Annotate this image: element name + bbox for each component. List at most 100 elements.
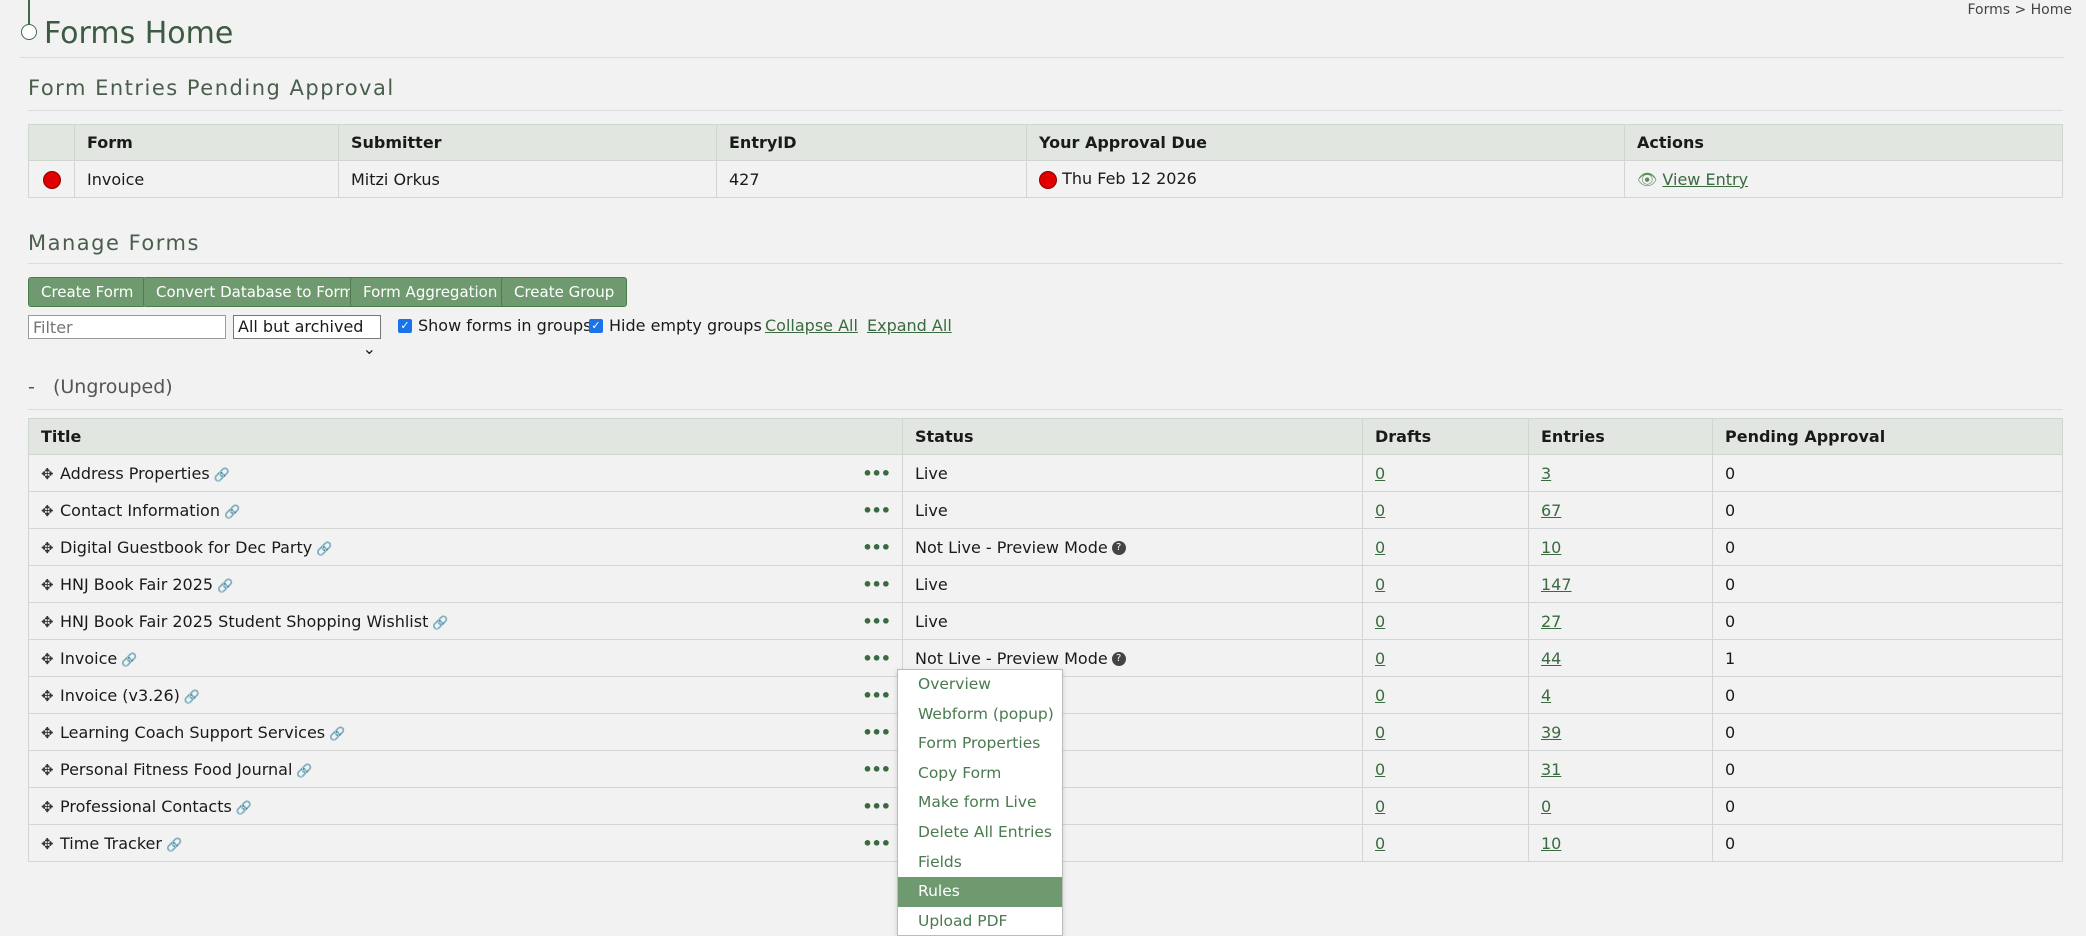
menu-item-copy-form[interactable]: Copy Form [898,759,1062,789]
more-menu-icon[interactable]: ••• [862,723,891,742]
entries-link[interactable]: 3 [1541,464,1551,483]
drag-handle-icon[interactable]: ✥ [41,650,57,668]
entries-link[interactable]: 44 [1541,649,1561,668]
show-in-groups-label: Show forms in groups [418,316,592,335]
drafts-link[interactable]: 0 [1375,723,1385,742]
drafts-link[interactable]: 0 [1375,464,1385,483]
link-icon[interactable]: 🔗 [214,468,230,483]
drafts-link[interactable]: 0 [1375,649,1385,668]
hide-empty-groups-label: Hide empty groups [609,316,762,335]
entries-link[interactable]: 10 [1541,834,1561,853]
menu-item-rules[interactable]: Rules [898,877,1062,907]
entries-link[interactable]: 67 [1541,501,1561,520]
drafts-link[interactable]: 0 [1375,686,1385,705]
drag-handle-icon[interactable]: ✥ [41,724,57,742]
expand-all-link[interactable]: Expand All [867,316,952,335]
drag-handle-icon[interactable]: ✥ [41,465,57,483]
link-icon[interactable]: 🔗 [316,542,332,557]
entries-link[interactable]: 10 [1541,538,1561,557]
drafts-link[interactable]: 0 [1375,538,1385,557]
form-title: HNJ Book Fair 2025 Student Shopping Wish… [60,611,429,631]
link-icon[interactable]: 🔗 [224,505,240,520]
create-group-button[interactable]: Create Group [501,277,628,307]
more-menu-icon[interactable]: ••• [862,612,891,631]
convert-database-button[interactable]: Convert Database to Form [143,277,368,307]
page-header: Forms Home [20,0,2064,58]
pending-entry-id: 427 [716,160,1027,198]
col-pending-approval: Pending Approval [1712,418,2063,455]
link-icon[interactable]: 🔗 [329,727,345,742]
pending-count: 0 [1712,750,2063,788]
menu-item-overview[interactable]: Overview [898,670,1062,700]
drafts-link[interactable]: 0 [1375,797,1385,816]
entries-link[interactable]: 0 [1541,797,1551,816]
col-approval-due: Your Approval Due [1026,124,1625,161]
link-icon[interactable]: 🔗 [121,653,137,668]
drag-handle-icon[interactable]: ✥ [41,576,57,594]
link-icon[interactable]: 🔗 [166,838,182,853]
link-icon[interactable]: 🔗 [296,764,312,779]
hide-empty-groups-checkbox[interactable]: ✓ [589,319,603,333]
help-icon[interactable]: ? [1111,541,1126,555]
pending-count: 0 [1712,824,2063,862]
collapse-all-link[interactable]: Collapse All [765,316,858,335]
form-status: Not Live - Preview Mode [915,537,1108,557]
form-aggregation-button[interactable]: Form Aggregation [350,277,511,307]
form-title: Address Properties [60,463,210,483]
entries-link[interactable]: 147 [1541,575,1572,594]
more-menu-icon[interactable]: ••• [862,760,891,779]
link-icon[interactable]: 🔗 [236,801,252,816]
more-menu-icon[interactable]: ••• [862,834,891,853]
table-row: ✥ Digital Guestbook for Dec Party 🔗 ••• Not … [28,528,2063,566]
more-menu-icon[interactable]: ••• [862,464,891,483]
menu-item-upload-pdf[interactable]: Upload PDF [898,907,1062,936]
drafts-link[interactable]: 0 [1375,760,1385,779]
drag-handle-icon[interactable]: ✥ [41,798,57,816]
entries-link[interactable]: 27 [1541,612,1561,631]
col-submitter: Submitter [338,124,717,161]
drafts-link[interactable]: 0 [1375,501,1385,520]
drag-handle-icon[interactable]: ✥ [41,502,57,520]
drag-handle-icon[interactable]: ✥ [41,539,57,557]
link-icon[interactable]: 🔗 [217,579,233,594]
drafts-link[interactable]: 0 [1375,612,1385,631]
group-name: (Ungrouped) [52,376,173,398]
entries-link[interactable]: 39 [1541,723,1561,742]
status-red-icon [42,170,61,189]
form-title: Time Tracker [60,833,162,853]
form-title: Professional Contacts [60,796,232,816]
drag-handle-icon[interactable]: ✥ [41,687,57,705]
drafts-link[interactable]: 0 [1375,575,1385,594]
view-entry-link[interactable]: View Entry [1662,170,1748,189]
entries-link[interactable]: 4 [1541,686,1551,705]
more-menu-icon[interactable]: ••• [862,501,891,520]
more-menu-icon[interactable]: ••• [862,538,891,557]
menu-item-webform-popup[interactable]: Webform (popup) [898,700,1062,730]
show-in-groups-checkbox[interactable]: ✓ [398,319,412,333]
group-header[interactable]: - (Ungrouped) [28,376,173,398]
pending-count: 0 [1712,528,2063,566]
entries-link[interactable]: 31 [1541,760,1561,779]
drafts-link[interactable]: 0 [1375,834,1385,853]
form-status: Live [915,500,948,520]
more-menu-icon[interactable]: ••• [862,686,891,705]
link-icon[interactable]: 🔗 [184,690,200,705]
filter-input[interactable] [28,315,226,339]
drag-handle-icon[interactable]: ✥ [41,761,57,779]
menu-item-fields[interactable]: Fields [898,848,1062,878]
drag-handle-icon[interactable]: ✥ [41,835,57,853]
col-form: Form [74,124,339,161]
menu-item-form-properties[interactable]: Form Properties [898,729,1062,759]
archive-filter-select[interactable]: All but archived ⌄ [233,315,381,358]
form-title: Learning Coach Support Services [60,722,326,742]
group-toggle[interactable]: - [28,376,35,398]
more-menu-icon[interactable]: ••• [862,797,891,816]
link-icon[interactable]: 🔗 [432,616,448,631]
menu-item-make-form-live[interactable]: Make form Live [898,788,1062,818]
menu-item-delete-all-entries[interactable]: Delete All Entries [898,818,1062,848]
more-menu-icon[interactable]: ••• [862,649,891,668]
help-icon[interactable]: ? [1111,652,1126,666]
create-form-button[interactable]: Create Form [28,277,147,307]
drag-handle-icon[interactable]: ✥ [41,613,57,631]
more-menu-icon[interactable]: ••• [862,575,891,594]
